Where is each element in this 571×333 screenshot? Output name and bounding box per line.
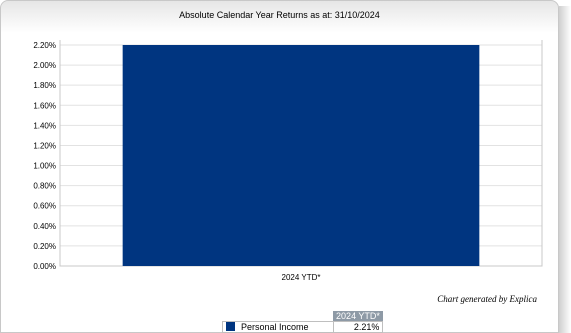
y-tick-label: 0.40%: [33, 222, 56, 231]
chart-credit: Chart generated by Explica: [437, 294, 537, 304]
y-tick-label: 1.00%: [33, 162, 56, 171]
bars: [122, 45, 480, 266]
frame-shadow: [559, 6, 571, 333]
table-column-header: 2024 YTD*: [333, 311, 383, 322]
x-tick-label: 2024 YTD*: [282, 273, 321, 282]
y-tick-label: 1.40%: [33, 121, 56, 130]
y-tick-label: 0.20%: [33, 242, 56, 251]
y-tick-label: 1.80%: [33, 81, 56, 90]
table-row-name: Personal Income: [222, 321, 334, 333]
data-table: 2024 YTD* Personal Income 2.21%: [222, 311, 384, 333]
table-spacer: [223, 311, 334, 322]
y-tick-label: 0.00%: [33, 262, 56, 271]
y-tick-label: 2.00%: [33, 61, 56, 70]
bar: [122, 45, 480, 266]
series-label: Personal Income: [241, 322, 309, 332]
chart-plot: 0.00% 0.20% 0.40% 0.60% 0.80% 1.00% 1.20% 1.40%…: [33, 40, 543, 282]
y-tick-label: 0.80%: [33, 182, 56, 191]
y-tick-label: 1.60%: [33, 101, 56, 110]
y-tick-label: 2.20%: [33, 41, 56, 50]
y-tick-label: 0.60%: [33, 202, 56, 211]
table-row-value: 2.21%: [332, 321, 384, 333]
y-tick-label: 1.20%: [33, 141, 56, 150]
y-axis-ticks: 0.00% 0.20% 0.40% 0.60% 0.80% 1.00% 1.20% 1.40%…: [33, 41, 56, 271]
series-swatch: [226, 322, 235, 331]
x-axis-ticks: 2024 YTD*: [282, 273, 321, 282]
